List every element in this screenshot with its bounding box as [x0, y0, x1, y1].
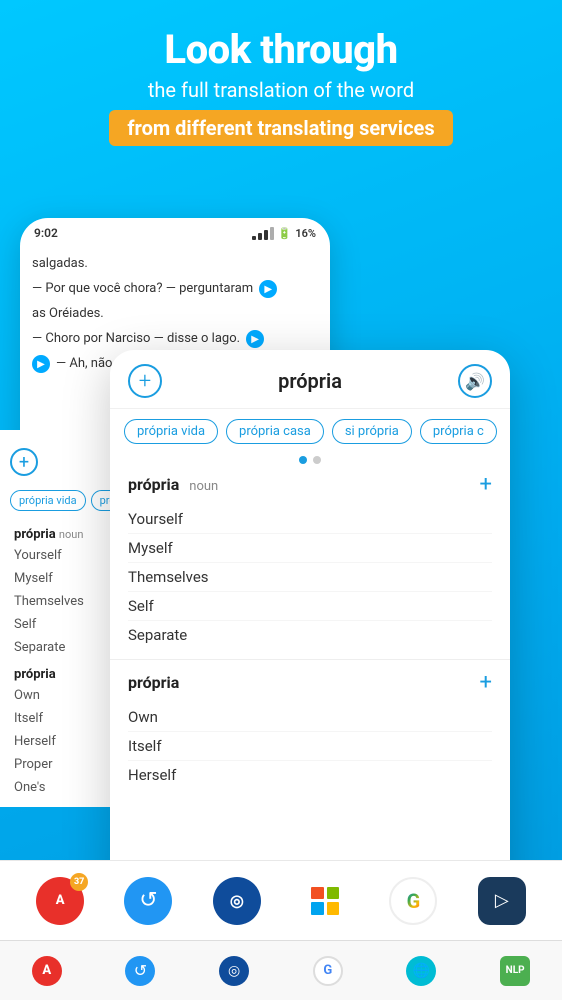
translation-section-2: própria + Own Itself Herself — [110, 660, 510, 799]
ms-green — [327, 887, 340, 900]
section-1-plus[interactable]: + — [480, 472, 492, 497]
trans-themselves: Themselves — [128, 563, 492, 592]
trans-separate: Separate — [128, 621, 492, 649]
status-right: 🔋 16% — [252, 227, 316, 240]
header-title: Look through — [0, 28, 562, 72]
battery-percent: 16% — [295, 227, 316, 240]
bottom-nav: A ↺ ◎ G 🌐 NLP — [0, 940, 562, 1000]
main-phone-topbar: + própria 🔊 — [110, 350, 510, 409]
header-subtitle: the full translation of the word — [0, 78, 562, 102]
chip-si-propria[interactable]: si própria — [332, 419, 412, 444]
translation-section-1: própria noun + Yourself Myself Themselve… — [110, 472, 510, 660]
section-1-word: própria — [128, 475, 179, 494]
google-translate-icon[interactable]: G — [388, 876, 438, 926]
chips-row: própria vida própria casa si própria pró… — [110, 409, 510, 454]
trans-self: Self — [128, 592, 492, 621]
phone-back-status-bar: 9:02 🔋 16% — [20, 218, 330, 244]
nav-reverso[interactable]: ↺ — [125, 956, 155, 986]
section-1-pos: noun — [189, 479, 218, 494]
chip-propria-c[interactable]: própria c — [420, 419, 497, 444]
abbyy-service-icon[interactable]: A 37 — [35, 876, 85, 926]
ms-blue — [311, 902, 324, 915]
back-line-1: salgadas. — [32, 253, 318, 275]
main-phone-mockup: + própria 🔊 própria vida própria casa si… — [110, 350, 510, 930]
section-2-header: própria + — [128, 670, 492, 695]
translate-icon-3[interactable]: ▶ — [32, 355, 50, 373]
translate-icon-1[interactable]: ▶ — [259, 280, 277, 298]
trans-own: Own — [128, 703, 492, 732]
dot-2 — [313, 456, 321, 464]
trans-itself: Itself — [128, 732, 492, 761]
left-plus-button[interactable]: + — [10, 448, 38, 476]
nav-deepl[interactable]: ◎ — [219, 956, 249, 986]
nav-google[interactable]: G — [313, 956, 343, 986]
signal-bar-4 — [270, 227, 274, 240]
ms-red — [311, 887, 324, 900]
dot-1 — [299, 456, 307, 464]
service-bar: A 37 ↺ ◎ G ▷ — [0, 860, 562, 940]
deepl-service-icon[interactable]: ◎ — [212, 876, 262, 926]
reverso-service-icon[interactable]: ↺ — [123, 876, 173, 926]
back-line-2: — Por que você chora? — perguntaram ▶ — [32, 278, 318, 300]
nav-abbyy[interactable]: A — [32, 956, 62, 986]
back-text-4: — Choro por Narciso — disse o lago. — [32, 328, 240, 350]
back-text-2: — Por que você chora? — perguntaram — [32, 278, 253, 300]
back-text-3: as Oréiades. — [32, 303, 104, 325]
left-pos-1: noun — [59, 528, 84, 541]
section-2-word: própria — [128, 673, 179, 692]
signal-icon — [252, 227, 274, 240]
chip-propria-vida[interactable]: própria vida — [124, 419, 218, 444]
nav-nlp[interactable]: NLP — [500, 956, 530, 986]
left-chip-1[interactable]: própria vida — [10, 490, 86, 511]
signal-bar-2 — [258, 233, 262, 240]
signal-bar-1 — [252, 236, 256, 240]
status-time: 9:02 — [34, 226, 58, 240]
smartcat-service-icon[interactable]: ▷ — [477, 876, 527, 926]
trans-yourself: Yourself — [128, 505, 492, 534]
header-area: Look through the full translation of the… — [0, 0, 562, 146]
nav-translate[interactable]: 🌐 — [406, 956, 436, 986]
battery-icon: 🔋 — [278, 227, 292, 240]
ms-yellow — [327, 902, 340, 915]
back-line-3: as Oréiades. — [32, 303, 318, 325]
chip-propria-casa[interactable]: própria casa — [226, 419, 324, 444]
section-1-header: própria noun + — [128, 472, 492, 497]
translate-icon-2[interactable]: ▶ — [246, 330, 264, 348]
header-highlight: from different translating services — [109, 110, 452, 146]
main-plus-button[interactable]: + — [128, 364, 162, 398]
microsoft-service-icon[interactable] — [300, 876, 350, 926]
trans-myself: Myself — [128, 534, 492, 563]
main-sound-button[interactable]: 🔊 — [458, 364, 492, 398]
back-text-1: salgadas. — [32, 253, 88, 275]
pagination-dots — [110, 454, 510, 472]
section-2-plus[interactable]: + — [480, 670, 492, 695]
back-line-4: — Choro por Narciso — disse o lago. ▶ — [32, 328, 318, 350]
signal-bar-3 — [264, 230, 268, 240]
section-1-word-pos: própria noun — [128, 475, 218, 494]
trans-herself: Herself — [128, 761, 492, 789]
main-phone-word: própria — [278, 369, 342, 393]
